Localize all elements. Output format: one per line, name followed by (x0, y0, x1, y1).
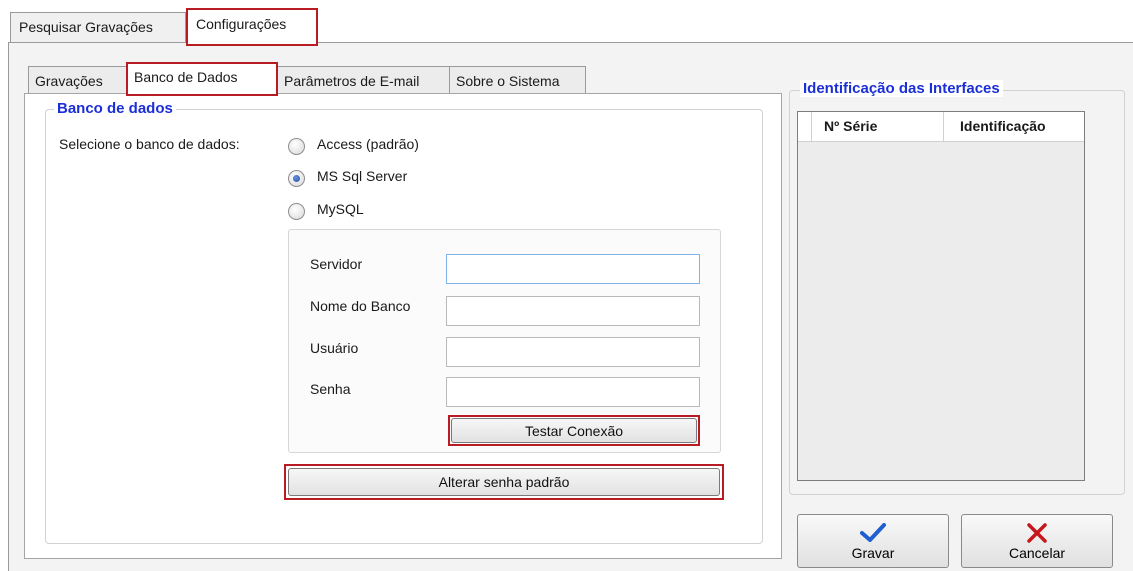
radio-mysql-label[interactable]: MySQL (317, 201, 364, 217)
usuario-input[interactable] (446, 337, 700, 367)
interfaces-group-legend: Identificação das Interfaces (800, 80, 1003, 97)
radio-access[interactable] (288, 138, 305, 155)
column-header-serie[interactable]: Nº Série (812, 112, 944, 142)
cancel-button-label: Cancelar (1008, 545, 1066, 561)
cancel-button[interactable]: Cancelar (961, 514, 1113, 568)
radio-access-label[interactable]: Access (padrão) (317, 136, 419, 152)
test-connection-button[interactable]: Testar Conexão (451, 418, 697, 443)
senha-label: Senha (310, 381, 351, 397)
servidor-input[interactable] (446, 254, 700, 284)
interfaces-list[interactable]: Nº Série Identificação (797, 111, 1085, 481)
nome-do-banco-label: Nome do Banco (310, 298, 411, 314)
select-database-label: Selecione o banco de dados: (59, 136, 240, 152)
servidor-label: Servidor (310, 256, 363, 272)
tab-gravacoes[interactable]: Gravações (28, 66, 127, 94)
nome-do-banco-input[interactable] (446, 296, 700, 326)
radio-ms-sql-server-label[interactable]: MS Sql Server (317, 168, 407, 184)
save-button-label: Gravar (851, 545, 895, 561)
tab-sobre-o-sistema[interactable]: Sobre o Sistema (449, 66, 586, 94)
check-icon (860, 523, 886, 542)
senha-input[interactable] (446, 377, 700, 407)
x-icon (1027, 523, 1047, 543)
tab-banco-de-dados[interactable]: Banco de Dados (126, 62, 278, 96)
usuario-label: Usuário (310, 340, 359, 356)
interfaces-list-header: Nº Série Identificação (798, 112, 1084, 142)
tab-parametros-email[interactable]: Parâmetros de E-mail (277, 66, 450, 94)
radio-mysql[interactable] (288, 203, 305, 220)
tab-pesquisar-gravacoes[interactable]: Pesquisar Gravações (10, 12, 186, 42)
row-header-column (798, 112, 812, 142)
save-button[interactable]: Gravar (797, 514, 949, 568)
column-header-identificacao[interactable]: Identificação (944, 112, 1084, 142)
tab-configuracoes[interactable]: Configurações (186, 8, 318, 46)
database-group-legend: Banco de dados (54, 100, 176, 117)
radio-ms-sql-server[interactable] (288, 170, 305, 187)
change-default-password-button[interactable]: Alterar senha padrão (288, 468, 720, 496)
